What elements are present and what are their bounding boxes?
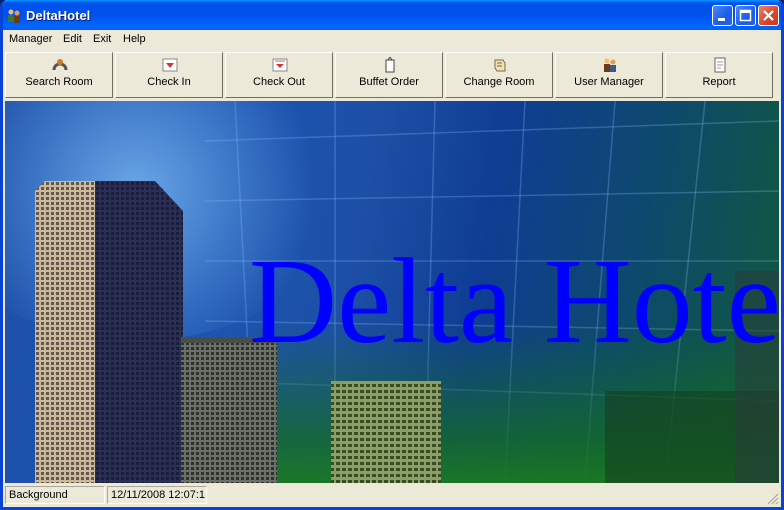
check-out-icon	[272, 58, 288, 72]
status-pane-background: Background	[5, 486, 105, 504]
check-out-label: Check Out	[253, 76, 305, 88]
menu-manager[interactable]: Manager	[9, 33, 52, 45]
search-room-button[interactable]: Search Room	[5, 52, 113, 98]
check-in-icon	[162, 58, 178, 72]
title-bar[interactable]: DeltaHotel	[3, 0, 781, 30]
status-pane-datetime: 12/11/2008 12:07:1	[107, 486, 207, 504]
toolbar: Search Room Check In Check Out Buffet Or…	[5, 52, 779, 99]
minimize-button[interactable]	[712, 5, 733, 26]
maximize-icon	[739, 9, 752, 22]
status-bar: Background 12/11/2008 12:07:1	[3, 483, 781, 507]
menu-edit[interactable]: Edit	[63, 33, 82, 45]
check-in-label: Check In	[147, 76, 191, 88]
change-room-icon	[494, 59, 506, 72]
check-out-button[interactable]: Check Out	[225, 52, 333, 98]
background-panel: Delta Hotel	[5, 101, 779, 483]
report-label: Report	[702, 76, 736, 88]
buffet-order-icon	[385, 57, 395, 73]
buffet-order-label: Buffet Order	[359, 76, 419, 88]
close-button[interactable]	[758, 5, 779, 26]
user-manager-icon	[604, 58, 616, 72]
user-manager-button[interactable]: User Manager	[555, 52, 663, 98]
report-icon	[714, 57, 726, 73]
app-icon	[8, 9, 20, 23]
brand-text: Delta Hotel	[249, 234, 779, 369]
report-button[interactable]: Report	[665, 52, 773, 98]
window-title: DeltaHotel	[26, 8, 91, 23]
user-manager-label: User Manager	[574, 76, 644, 88]
menu-exit[interactable]: Exit	[93, 33, 111, 45]
search-room-icon	[52, 59, 68, 71]
app-window: DeltaHotel Manager Edit Exit Help Search…	[0, 0, 784, 510]
minimize-icon	[718, 18, 725, 21]
change-room-button[interactable]: Change Room	[445, 52, 553, 98]
menu-help[interactable]: Help	[123, 33, 146, 45]
menu-bar: Manager Edit Exit Help	[3, 30, 781, 50]
maximize-button[interactable]	[735, 5, 756, 26]
close-icon	[763, 10, 774, 21]
check-in-button[interactable]: Check In	[115, 52, 223, 98]
resize-grip-icon[interactable]	[767, 493, 779, 505]
change-room-label: Change Room	[463, 76, 535, 88]
buffet-order-button[interactable]: Buffet Order	[335, 52, 443, 98]
search-room-label: Search Room	[25, 76, 93, 88]
